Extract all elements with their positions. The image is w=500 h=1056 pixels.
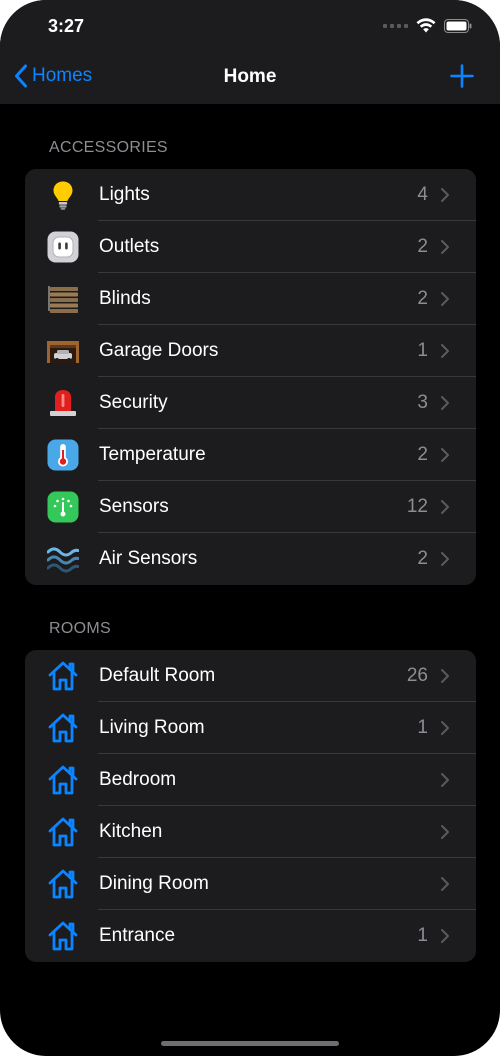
navigation-bar: Homes Home [0,52,500,104]
room-count: 26 [406,665,428,686]
chevron-right-icon [441,877,449,891]
accessory-label: Temperature [99,444,206,465]
room-row-living-room[interactable]: Living Room 1 [25,702,476,754]
alarm-light-icon [47,387,79,419]
rooms-list: Default Room 26 Living Room 1 Bedroom Ki… [25,650,476,962]
chevron-right-icon [441,773,449,787]
chevron-right-icon [441,721,449,735]
thermometer-icon [47,439,79,471]
accessory-count: 2 [417,288,428,309]
page-title: Home [223,66,277,87]
room-label: Living Room [99,717,205,738]
accessory-row-temperature[interactable]: Temperature 2 [25,429,476,481]
wifi-icon [416,18,436,33]
accessory-count: 2 [417,548,428,569]
house-icon [47,920,79,952]
room-label: Dining Room [99,873,209,894]
plus-icon[interactable] [450,64,474,88]
accessory-label: Garage Doors [99,340,219,361]
room-row-entrance[interactable]: Entrance 1 [25,910,476,962]
room-label: Default Room [99,665,216,686]
house-icon [47,660,79,692]
home-indicator[interactable] [161,1041,339,1046]
house-icon [47,868,79,900]
house-icon [47,712,79,744]
room-label: Bedroom [99,769,177,790]
room-count: 1 [417,925,428,946]
accessory-row-security[interactable]: Security 3 [25,377,476,429]
chevron-right-icon [441,929,449,943]
room-count: 1 [417,717,428,738]
chevron-right-icon [441,396,449,410]
accessory-row-garage-doors[interactable]: Garage Doors 1 [25,325,476,377]
accessory-label: Lights [99,184,150,205]
accessory-count: 1 [417,340,428,361]
room-label: Entrance [99,925,176,946]
chevron-right-icon [441,188,449,202]
accessory-count: 4 [417,184,428,205]
accessory-count: 3 [417,392,428,413]
accessory-label: Security [99,392,168,413]
accessory-label: Sensors [99,496,169,517]
blinds-icon [47,283,79,315]
cellular-signal-icon [383,23,408,28]
accessory-row-blinds[interactable]: Blinds 2 [25,273,476,325]
accessory-label: Blinds [99,288,151,309]
air-waves-icon [47,543,79,575]
chevron-right-icon [441,448,449,462]
chevron-right-icon [441,500,449,514]
phone-screen: 3:27 Homes Home ACCESSORIES Lights 4 Out… [0,0,500,1056]
chevron-right-icon [441,552,449,566]
chevron-right-icon [441,344,449,358]
rooms-section-header: ROOMS [49,620,111,637]
room-row-dining-room[interactable]: Dining Room [25,858,476,910]
status-time: 3:27 [48,16,85,36]
battery-icon [444,18,472,33]
accessories-section-header: ACCESSORIES [49,139,168,156]
house-icon [47,764,79,796]
house-icon [47,816,79,848]
chevron-right-icon [441,292,449,306]
chevron-right-icon [441,240,449,254]
accessory-label: Air Sensors [99,548,198,569]
accessories-list: Lights 4 Outlets 2 Blinds 2 Garage Doors… [25,169,476,585]
room-row-bedroom[interactable]: Bedroom [25,754,476,806]
room-row-kitchen[interactable]: Kitchen [25,806,476,858]
accessory-row-air-sensors[interactable]: Air Sensors 2 [25,533,476,585]
accessory-count: 2 [417,444,428,465]
status-indicators [383,18,472,33]
accessory-row-outlets[interactable]: Outlets 2 [25,221,476,273]
lightbulb-icon [47,179,79,211]
accessory-label: Outlets [99,236,160,257]
room-label: Kitchen [99,821,163,842]
outlet-icon [47,231,79,263]
accessory-count: 12 [406,496,428,517]
accessory-row-sensors[interactable]: Sensors 12 [25,481,476,533]
chevron-right-icon [441,669,449,683]
status-bar: 3:27 [0,0,500,52]
room-row-default-room[interactable]: Default Room 26 [25,650,476,702]
sensor-gauge-icon [47,491,79,523]
garage-door-icon [47,335,79,367]
accessory-row-lights[interactable]: Lights 4 [25,169,476,221]
chevron-right-icon [441,825,449,839]
accessory-count: 2 [417,236,428,257]
